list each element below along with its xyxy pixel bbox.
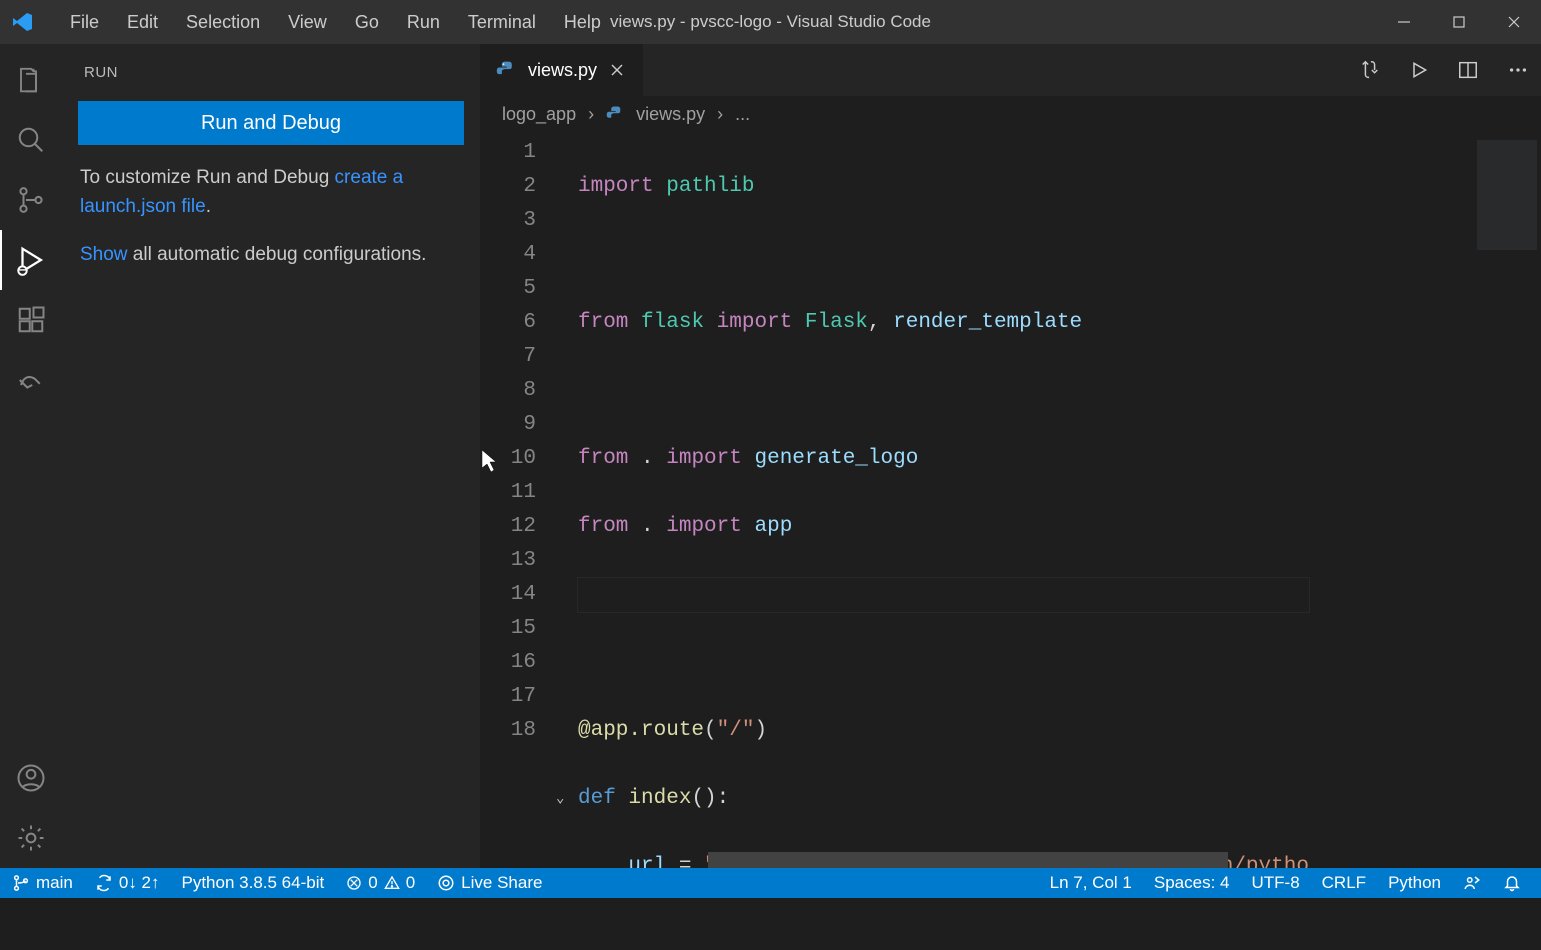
line-numbers: 123456789101112131415161718	[480, 136, 568, 868]
status-bar: main 0↓ 2↑ Python 3.8.5 64-bit 0 0 Live …	[0, 868, 1541, 898]
cursor-position[interactable]: Ln 7, Col 1	[1050, 873, 1132, 893]
minimap[interactable]	[1461, 132, 1541, 868]
menu-selection[interactable]: Selection	[172, 12, 274, 33]
chevron-right-icon: ›	[588, 104, 594, 125]
explorer-icon[interactable]	[0, 50, 62, 110]
menu-run[interactable]: Run	[393, 12, 454, 33]
python-interpreter[interactable]: Python 3.8.5 64-bit	[182, 873, 325, 893]
python-file-icon	[496, 60, 516, 80]
breadcrumb-symbol[interactable]: ...	[735, 104, 750, 125]
encoding[interactable]: UTF-8	[1251, 873, 1299, 893]
menu-terminal[interactable]: Terminal	[454, 12, 550, 33]
editor-area: views.py logo_app › views.py › ... 12345	[480, 44, 1541, 868]
extensions-icon[interactable]	[0, 290, 62, 350]
menu-view[interactable]: View	[274, 12, 341, 33]
menu-file[interactable]: File	[56, 12, 113, 33]
window-title: views.py - pvscc-logo - Visual Studio Co…	[610, 12, 931, 32]
account-icon[interactable]	[0, 748, 62, 808]
azure-icon[interactable]	[0, 350, 62, 410]
run-and-debug-button[interactable]: Run and Debug	[78, 101, 464, 145]
chevron-right-icon: ›	[717, 104, 723, 125]
indentation[interactable]: Spaces: 4	[1154, 873, 1230, 893]
minimize-button[interactable]	[1376, 0, 1431, 44]
maximize-button[interactable]	[1431, 0, 1486, 44]
sidebar-help-text-1: To customize Run and Debug create a laun…	[78, 163, 464, 222]
python-file-icon	[606, 105, 624, 123]
show-configs-link[interactable]: Show	[80, 244, 128, 265]
eol[interactable]: CRLF	[1322, 873, 1366, 893]
mouse-cursor	[482, 450, 500, 474]
fold-icon[interactable]: ⌄	[556, 782, 564, 816]
split-editor-icon[interactable]	[1457, 59, 1479, 81]
app-logo	[0, 10, 44, 34]
menu-edit[interactable]: Edit	[113, 12, 172, 33]
close-tab-icon[interactable]	[609, 62, 627, 78]
sidebar-help-text-2: Show all automatic debug configurations.	[78, 240, 464, 269]
breadcrumbs[interactable]: logo_app › views.py › ...	[480, 96, 1541, 132]
run-file-icon[interactable]	[1409, 60, 1429, 80]
menu-help[interactable]: Help	[550, 12, 615, 33]
code-content[interactable]: import pathlib from flask import Flask, …	[568, 136, 1309, 868]
run-sidebar: RUN Run and Debug To customize Run and D…	[62, 44, 480, 868]
menu-go[interactable]: Go	[341, 12, 393, 33]
activity-bar	[0, 44, 62, 868]
feedback-icon[interactable]	[1463, 874, 1481, 892]
editor-tabs: views.py	[480, 44, 1541, 96]
breadcrumb-folder[interactable]: logo_app	[502, 104, 576, 125]
tab-views-py[interactable]: views.py	[480, 44, 643, 96]
run-debug-icon[interactable]	[0, 230, 62, 290]
title-bar: File Edit Selection View Go Run Terminal…	[0, 0, 1541, 44]
notifications-icon[interactable]	[1503, 874, 1521, 892]
close-button[interactable]	[1486, 0, 1541, 44]
live-share[interactable]: Live Share	[437, 873, 542, 893]
more-actions-icon[interactable]	[1507, 59, 1529, 81]
tab-label: views.py	[528, 60, 597, 81]
source-control-icon[interactable]	[0, 170, 62, 230]
horizontal-scrollbar[interactable]	[568, 852, 1461, 868]
menu-bar: File Edit Selection View Go Run Terminal…	[56, 12, 615, 33]
problems-status[interactable]: 0 0	[346, 873, 415, 893]
git-branch[interactable]: main	[12, 873, 73, 893]
settings-icon[interactable]	[0, 808, 62, 868]
breadcrumb-file[interactable]: views.py	[636, 104, 705, 125]
sync-status[interactable]: 0↓ 2↑	[95, 873, 160, 893]
language-mode[interactable]: Python	[1388, 873, 1441, 893]
code-editor[interactable]: 123456789101112131415161718 import pathl…	[480, 132, 1541, 868]
sidebar-title: RUN	[78, 54, 464, 101]
search-icon[interactable]	[0, 110, 62, 170]
editor-actions	[1359, 44, 1541, 96]
compare-changes-icon[interactable]	[1359, 59, 1381, 81]
window-controls	[1376, 0, 1541, 44]
